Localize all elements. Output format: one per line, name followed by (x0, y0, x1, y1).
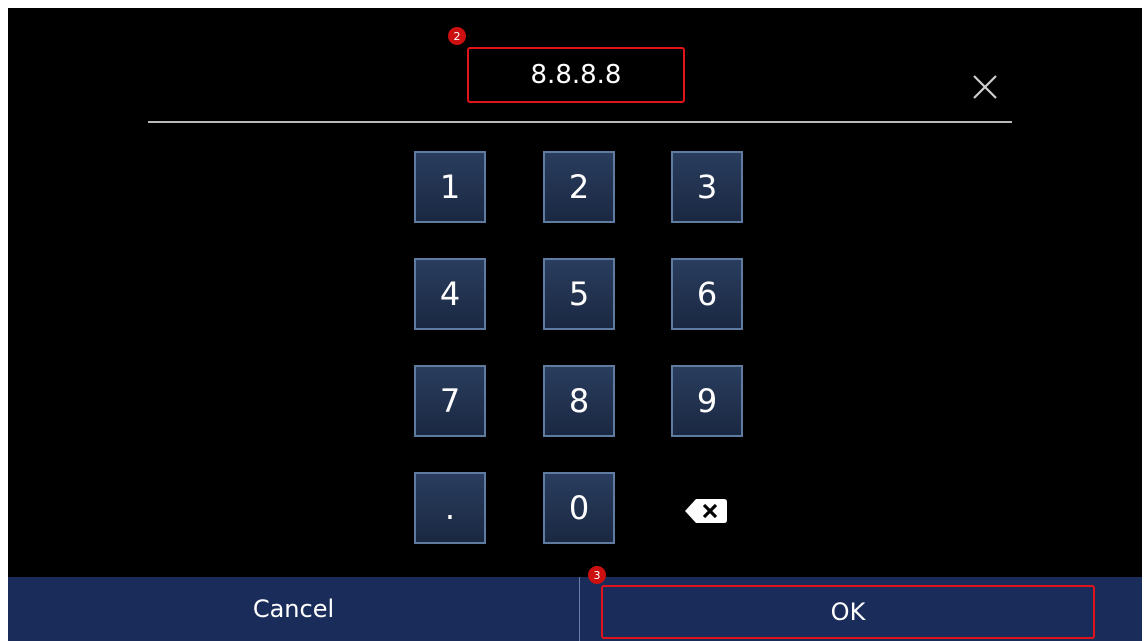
key-1[interactable]: 1 (414, 151, 486, 223)
cancel-button[interactable]: Cancel (8, 577, 579, 641)
backspace-icon[interactable] (684, 496, 728, 526)
key-9[interactable]: 9 (671, 365, 743, 437)
step-badge-2: 2 (448, 27, 466, 45)
key-6[interactable]: 6 (671, 258, 743, 330)
action-divider (579, 577, 580, 641)
key-dot[interactable]: . (414, 472, 486, 544)
key-0[interactable]: 0 (543, 472, 615, 544)
key-3[interactable]: 3 (671, 151, 743, 223)
ok-button[interactable]: OK (601, 585, 1095, 639)
bottom-action-bar: Cancel OK (8, 577, 1142, 641)
key-4[interactable]: 4 (414, 258, 486, 330)
close-icon[interactable] (970, 72, 1000, 102)
key-8[interactable]: 8 (543, 365, 615, 437)
header-divider (148, 121, 1012, 123)
ip-address-input[interactable]: 8.8.8.8 (467, 47, 685, 103)
key-7[interactable]: 7 (414, 365, 486, 437)
key-2[interactable]: 2 (543, 151, 615, 223)
step-badge-3: 3 (588, 566, 606, 584)
ip-keypad-dialog: 2 8.8.8.8 1 2 3 4 5 6 7 8 9 . 0 Cancel O… (8, 8, 1142, 641)
key-5[interactable]: 5 (543, 258, 615, 330)
